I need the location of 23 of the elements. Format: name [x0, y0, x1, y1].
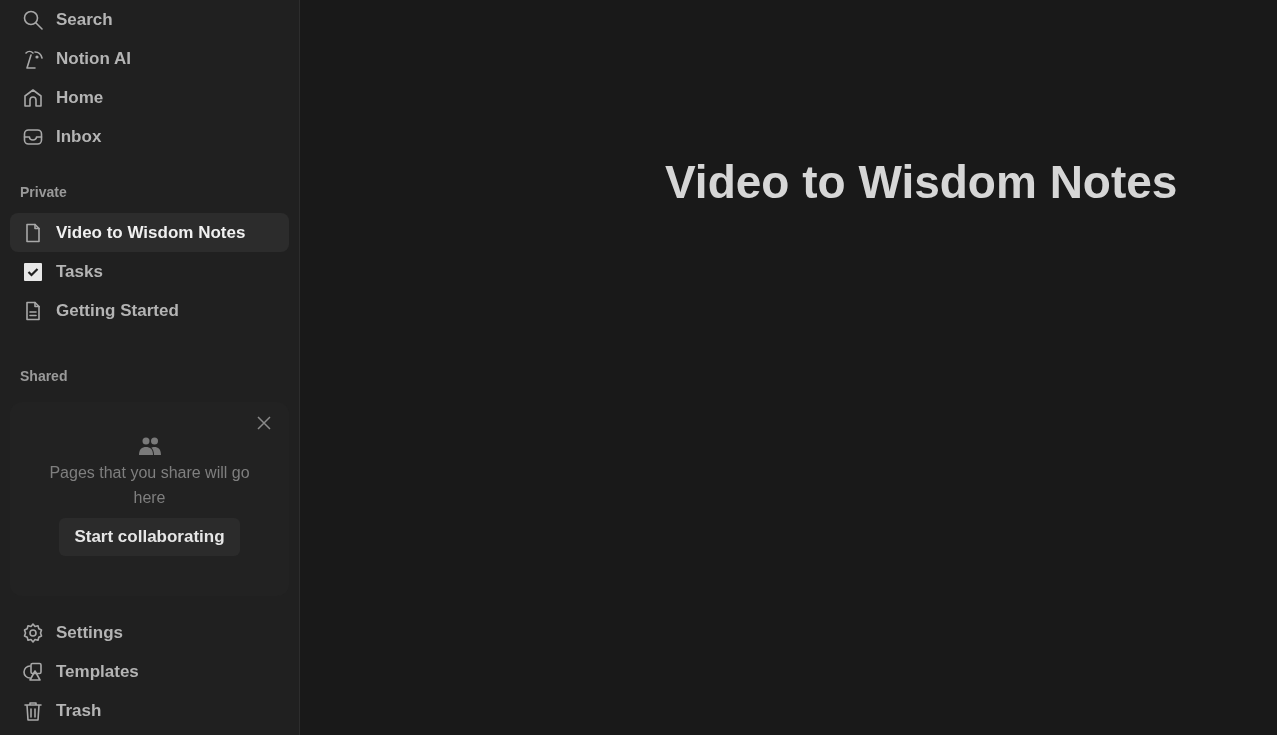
settings-icon: [22, 621, 44, 644]
nav-item[interactable]: Inbox: [10, 117, 289, 156]
nav-item[interactable]: Templates: [10, 652, 289, 691]
shapes-icon: [22, 660, 44, 683]
section-heading: Private: [19, 183, 68, 202]
nav-item[interactable]: Home: [10, 78, 289, 117]
page-item[interactable]: Video to Wisdom Notes: [10, 213, 289, 252]
nav-item[interactable]: Settings: [10, 613, 289, 652]
start-collaborating-button[interactable]: Start collaborating: [59, 518, 240, 556]
nav-item[interactable]: Notion AI: [10, 39, 289, 78]
trash-icon: [22, 699, 44, 722]
nav-item[interactable]: Search: [10, 0, 289, 39]
section-heading: Shared: [19, 367, 69, 386]
search-icon: [22, 8, 44, 31]
nav-item[interactable]: Trash: [10, 691, 289, 730]
page-item[interactable]: Getting Started: [10, 291, 289, 330]
empty-message: Pages that you share will go here: [48, 463, 251, 508]
people-icon: [137, 436, 162, 456]
page-title: Video to Wisdom Notes: [665, 155, 1178, 210]
home-icon: [22, 86, 44, 109]
close-icon[interactable]: [255, 414, 273, 432]
page-item[interactable]: Tasks: [10, 252, 289, 291]
checkbox-icon: [22, 260, 44, 283]
